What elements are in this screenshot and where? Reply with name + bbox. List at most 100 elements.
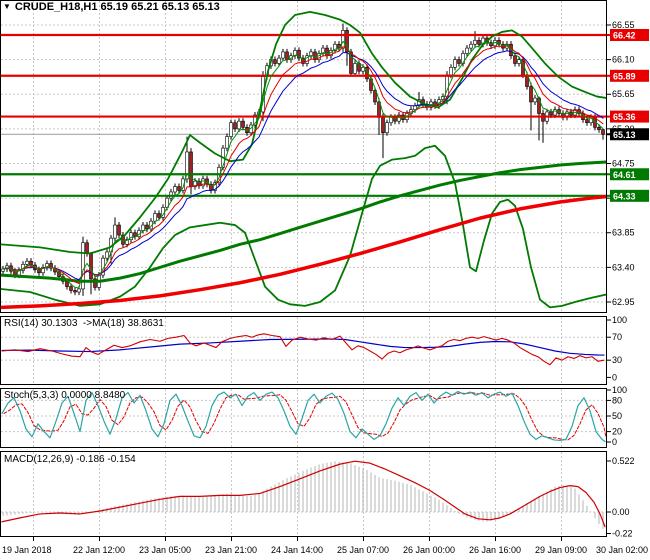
candle-body <box>73 290 77 293</box>
candle-body <box>601 129 605 135</box>
badge-label: 64.33 <box>613 191 636 201</box>
date-axis-label: 26 Jan 16:00 <box>469 545 521 555</box>
candle-body <box>473 40 477 45</box>
macd-indicator-title: MACD(12,26,9) -0.186 -0.154 <box>4 454 136 465</box>
chart-canvas[interactable]: 66.5566.1065.6565.2064.7564.3063.8563.40… <box>0 0 650 560</box>
candle-body <box>281 51 285 59</box>
candle-body <box>225 136 229 149</box>
badge-label: 65.13 <box>613 130 636 140</box>
stoch-axis-label: 20 <box>612 427 622 437</box>
candle-body <box>385 122 389 134</box>
candle-body <box>145 224 149 230</box>
stoch-axis-label: 0 <box>612 437 617 447</box>
bollinger-upper-band <box>1 11 606 255</box>
candle-body <box>549 111 553 116</box>
candle-body <box>585 119 589 124</box>
stoch-indicator-title: Stoch(5,3,3) 0.0000 8.8480 <box>4 390 126 401</box>
candle-body <box>237 120 241 130</box>
date-axis-label: 19 Jan 2018 <box>2 545 52 555</box>
candle-body <box>141 224 145 231</box>
candle-body <box>341 30 345 49</box>
candle-body <box>77 288 81 293</box>
candle-body <box>189 151 193 187</box>
candle-body <box>273 59 277 64</box>
price-axis-label: 64.75 <box>612 158 635 168</box>
candle-body <box>105 251 109 259</box>
price-badge: 65.36 <box>607 110 649 123</box>
date-axis-label: 24 Jan 14:00 <box>271 545 323 555</box>
badge-label: 66.42 <box>613 31 636 41</box>
candle-body <box>449 67 453 76</box>
date-axis-label: 23 Jan 21:00 <box>205 545 257 555</box>
candle-body <box>277 57 281 64</box>
candle-body <box>513 55 517 64</box>
price-axis[interactable]: 66.5566.1065.6565.2064.7564.3063.8563.40… <box>607 20 635 538</box>
candle-body <box>177 186 181 191</box>
rsi-axis-label: 30 <box>612 355 622 365</box>
rsi-axis-label: 100 <box>612 315 627 325</box>
candle-body <box>117 224 121 236</box>
macd-histogram <box>2 461 604 529</box>
fast-ma-blue <box>2 50 604 281</box>
candle-body <box>597 127 601 130</box>
candle-body <box>241 120 245 128</box>
candle-body <box>29 260 33 266</box>
candle-body <box>157 213 161 218</box>
price-axis-label: 66.10 <box>612 55 635 65</box>
candle-body <box>113 224 117 239</box>
price-axis-label: 65.65 <box>612 89 635 99</box>
price-axis-label: 62.95 <box>612 297 635 307</box>
macd-axis-label: 0.00 <box>612 507 630 517</box>
macd-axis-label: -0.22 <box>612 528 633 538</box>
date-axis-label: 25 Jan 07:00 <box>337 545 389 555</box>
candle-body <box>69 286 73 291</box>
candle-body <box>353 63 357 74</box>
candle-body <box>517 59 521 64</box>
price-axis-label: 63.85 <box>612 228 635 238</box>
date-axis[interactable]: 19 Jan 2018 22 Jan 12:00 23 Jan 05:00 23 Ja… <box>2 537 648 555</box>
rsi-axis-label: 0 <box>612 372 617 382</box>
price-badge: 64.61 <box>607 168 649 181</box>
candle-body <box>229 122 233 137</box>
stoch-axis-label: 80 <box>612 395 622 405</box>
price-badge: 64.33 <box>607 189 649 202</box>
candle-body <box>361 67 365 72</box>
candle-body <box>381 117 385 134</box>
fast-ma-green <box>2 40 604 289</box>
badge-label: 65.36 <box>613 112 636 122</box>
rsi-indicator-title: RSI(14) 30.1303 ->MA(18) 38.8631 <box>4 318 164 329</box>
badge-label: 65.89 <box>613 71 636 81</box>
candle-body <box>529 86 533 103</box>
symbol-dropdown-icon[interactable]: ▼ <box>3 2 11 11</box>
fast-ma-red <box>2 45 604 284</box>
candle-body <box>457 59 461 64</box>
chart-title: CRUDE_H18,H1 65.19 65.21 65.13 65.13 <box>14 1 220 13</box>
candle-body <box>285 51 289 60</box>
candle-body <box>25 260 29 265</box>
candle-body <box>85 242 89 254</box>
candle-body <box>89 253 93 280</box>
candle-body <box>65 280 69 287</box>
candlesticks <box>1 23 605 296</box>
date-axis-label: 30 Jan 02:00 <box>596 545 648 555</box>
candle-body <box>153 213 157 222</box>
price-axis-label: 66.55 <box>612 20 635 30</box>
badge-label: 64.61 <box>613 170 636 180</box>
price-badge: 66.42 <box>607 29 649 42</box>
stoch-axis-label: 50 <box>612 411 622 421</box>
chart-title-bar: ▼ CRUDE_H18,H1 65.19 65.21 65.13 65.13 <box>3 1 220 13</box>
candle-body <box>37 269 41 274</box>
candle-body <box>469 43 473 49</box>
candle-body <box>533 97 537 103</box>
candle-body <box>233 122 237 130</box>
candle-body <box>325 47 329 57</box>
candle-body <box>453 59 457 68</box>
chart-window: 66.5566.1065.6565.2064.7564.3063.8563.40… <box>0 0 650 560</box>
price-badge: 65.13 <box>607 128 649 141</box>
candle-body <box>173 186 177 193</box>
rsi-axis-label: 70 <box>612 332 622 342</box>
date-axis-label: 29 Jan 09:00 <box>535 545 587 555</box>
date-axis-label: 22 Jan 12:00 <box>73 545 125 555</box>
date-axis-label: 23 Jan 05:00 <box>139 545 191 555</box>
macd-axis-label: 0.522 <box>612 456 635 466</box>
